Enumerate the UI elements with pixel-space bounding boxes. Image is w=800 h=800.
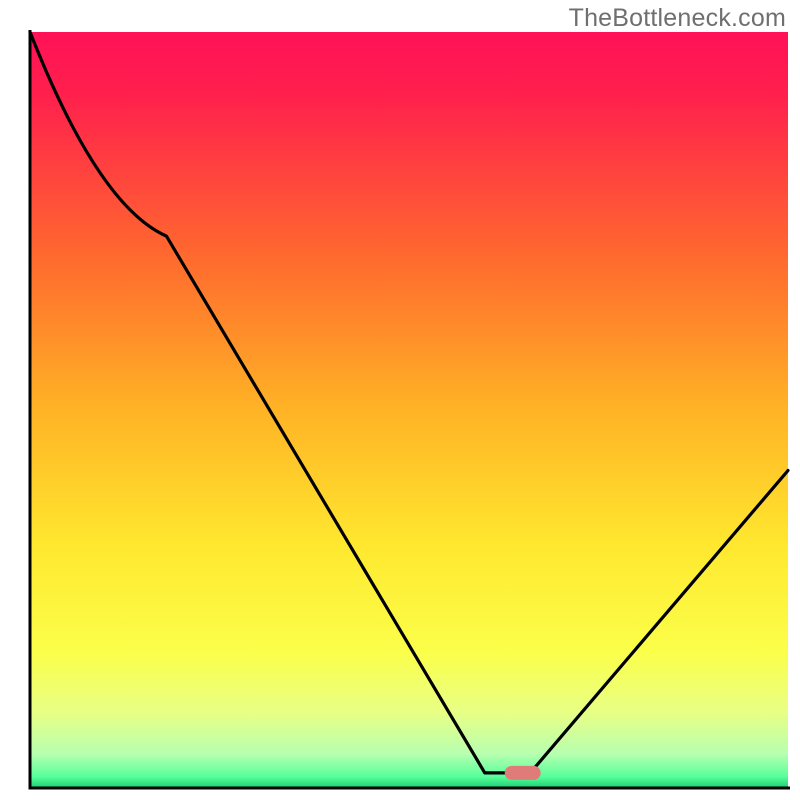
bottleneck-chart [0, 0, 800, 800]
optimum-marker [505, 766, 541, 780]
plot-background [30, 32, 788, 788]
chart-stage: TheBottleneck.com [0, 0, 800, 800]
